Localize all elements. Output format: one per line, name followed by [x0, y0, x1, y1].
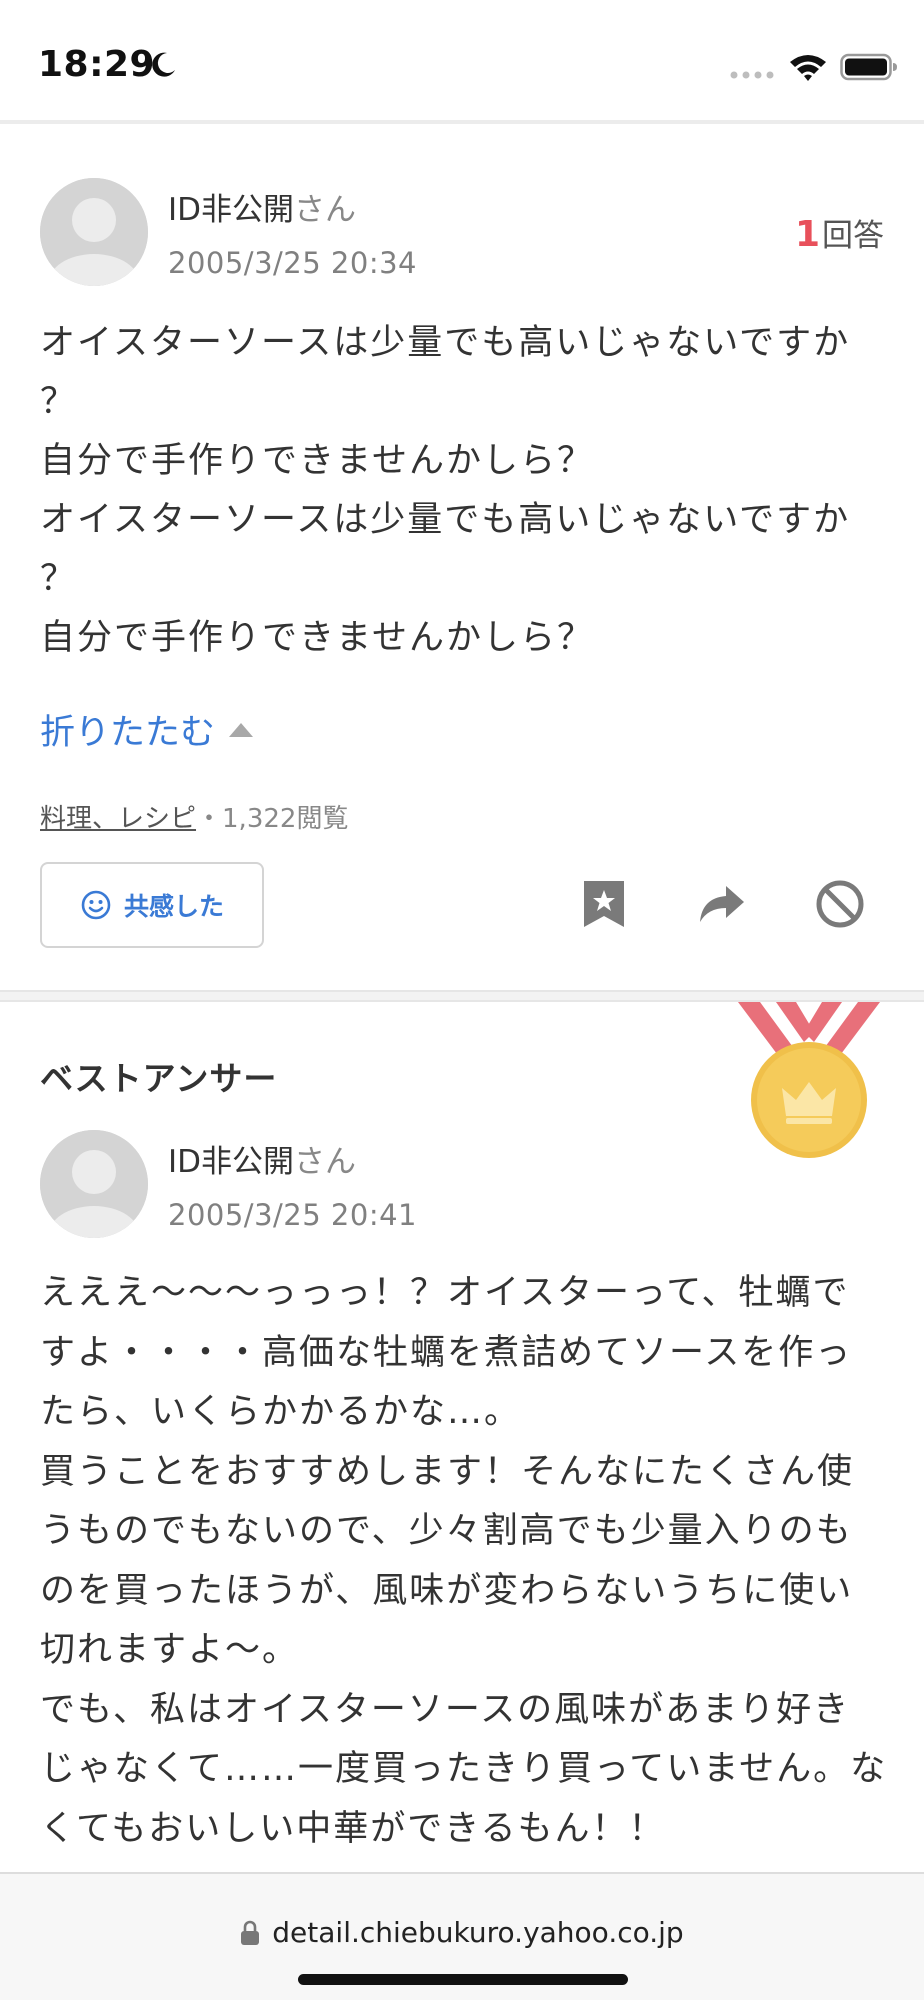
answerer-name[interactable]: ID非公開さん — [168, 1136, 356, 1181]
question-meta: 料理、レシピ・1,322閲覧 — [40, 798, 348, 835]
view-count: ・1,322閲覧 — [196, 804, 349, 834]
question-body: オイスターソースは少量でも高いじゃないですか ？ 自分で手作りできませんかしら？… — [40, 323, 851, 658]
question-date: 2005/3/25 20:34 — [168, 246, 417, 280]
status-bar: 18:29 — [0, 0, 924, 124]
smile-icon — [81, 890, 111, 920]
answer-count-number: 1 — [794, 214, 820, 255]
answer-count[interactable]: 1回答 — [795, 210, 884, 255]
signal-icon — [730, 71, 774, 79]
lock-icon — [241, 1920, 260, 1945]
honorific: さん — [294, 192, 357, 228]
section-divider — [0, 990, 924, 1002]
bookmark-icon[interactable] — [578, 878, 630, 930]
question-section: ID非公開さん 2005/3/25 20:34 1回答 オイスターソースは少量で… — [0, 128, 924, 990]
category-link[interactable]: 料理、レシピ — [40, 804, 196, 834]
status-time: 18:29 — [38, 44, 156, 85]
wifi-icon — [790, 55, 826, 81]
best-answer-medal-icon — [738, 1002, 880, 1158]
fold-label: 折りたたむ — [40, 713, 216, 753]
empathy-label: 共感した — [123, 892, 224, 921]
best-answer-body: えええ〜〜〜っっっ！？オイスターって、牡蠣で すよ・・・・高価な牡蠣を煮詰めてソ… — [40, 1273, 888, 1849]
answerer-id: ID非公開 — [168, 1144, 295, 1180]
share-icon[interactable] — [696, 878, 748, 930]
url-text: detail.chiebukuro.yahoo.co.jp — [272, 1916, 684, 1949]
questioner-name[interactable]: ID非公開さん — [168, 184, 356, 229]
avatar[interactable] — [40, 178, 148, 286]
block-icon[interactable] — [814, 878, 866, 930]
home-indicator[interactable] — [298, 1974, 628, 1985]
default-user-icon — [40, 178, 148, 286]
honorific: さん — [294, 1144, 357, 1180]
empathy-button[interactable]: 共感した — [40, 862, 264, 948]
answer-date: 2005/3/25 20:41 — [168, 1198, 417, 1232]
address-bar[interactable]: detail.chiebukuro.yahoo.co.jp — [0, 1916, 924, 1949]
caret-up-icon — [229, 722, 254, 737]
best-answer-title: ベストアンサー — [40, 1059, 278, 1098]
moon-icon — [152, 52, 175, 77]
default-user-icon — [40, 1130, 148, 1238]
answer-count-label: 回答 — [822, 218, 884, 254]
battery-icon — [840, 53, 897, 81]
questioner-id: ID非公開 — [168, 192, 295, 228]
fold-link[interactable]: 折りたたむ — [40, 704, 254, 755]
best-answer-section: ベストアンサー ID非公開さん 2005/3/25 20:41 えええ〜〜〜っっ… — [0, 1002, 924, 1872]
avatar[interactable] — [40, 1130, 148, 1238]
browser-bottom-bar: detail.chiebukuro.yahoo.co.jp — [0, 1872, 924, 2000]
